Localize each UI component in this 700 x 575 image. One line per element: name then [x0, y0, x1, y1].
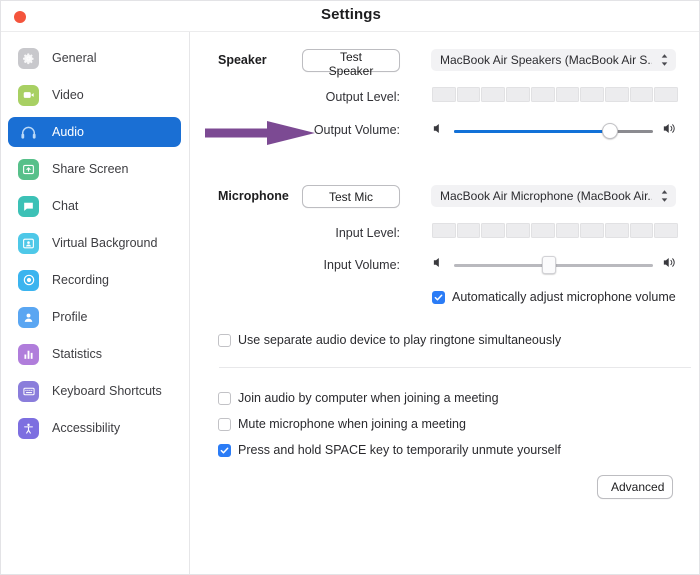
sidebar-item-statistics[interactable]: Statistics	[8, 339, 181, 369]
microphone-device-select[interactable]: MacBook Air Microphone (MacBook Air...	[431, 185, 676, 207]
sidebar-item-share-screen[interactable]: Share Screen	[8, 154, 181, 184]
sidebar-item-label: Statistics	[52, 347, 103, 361]
volume-low-icon	[432, 256, 445, 274]
title-bar: Settings	[1, 1, 699, 32]
chat-bubble-icon	[18, 195, 39, 217]
join-audio-checkbox[interactable]	[218, 391, 231, 405]
microphone-device-value: MacBook Air Microphone (MacBook Air...	[440, 189, 652, 203]
volume-high-icon	[662, 122, 678, 140]
output-level-meter	[432, 87, 679, 102]
microphone-section-label: Microphone	[218, 189, 289, 203]
chevron-updown-icon	[660, 189, 669, 203]
auto-adjust-mic-label: Automatically adjust microphone volume	[452, 290, 676, 304]
separate-ringtone-label: Use separate audio device to play ringto…	[238, 333, 562, 347]
camera-icon	[18, 84, 39, 106]
space-unmute-row[interactable]: Press and hold SPACE key to temporarily …	[218, 443, 561, 457]
sidebar-item-accessibility[interactable]: Accessibility	[8, 413, 181, 443]
output-volume-slider[interactable]	[432, 122, 678, 140]
sidebar-item-label: Profile	[52, 310, 88, 324]
sidebar-item-label: Video	[52, 88, 84, 102]
accessibility-icon	[18, 417, 39, 439]
audio-settings-pane: Speaker Test Speaker MacBook Air Speaker…	[191, 32, 699, 574]
input-volume-track[interactable]	[454, 256, 653, 274]
gear-icon	[18, 47, 39, 69]
mute-on-join-label: Mute microphone when joining a meeting	[238, 417, 466, 431]
separate-ringtone-checkbox[interactable]	[218, 333, 231, 347]
auto-adjust-mic-row[interactable]: Automatically adjust microphone volume	[432, 290, 676, 304]
sidebar-item-label: Chat	[52, 199, 79, 213]
output-level-label: Output Level:	[325, 90, 400, 104]
test-mic-button[interactable]: Test Mic	[302, 185, 400, 208]
volume-low-icon	[432, 122, 445, 140]
speaker-device-value: MacBook Air Speakers (MacBook Air S...	[440, 53, 652, 67]
record-circle-icon	[18, 269, 39, 291]
settings-sidebar: General Video Audio Share Screen Chat Vi…	[1, 32, 190, 574]
person-icon	[18, 306, 39, 328]
test-speaker-button[interactable]: Test Speaker	[302, 49, 400, 78]
advanced-button[interactable]: Advanced	[597, 475, 673, 499]
mute-on-join-checkbox[interactable]	[218, 417, 231, 431]
mute-on-join-row[interactable]: Mute microphone when joining a meeting	[218, 417, 466, 431]
sidebar-item-video[interactable]: Video	[8, 80, 181, 110]
join-audio-label: Join audio by computer when joining a me…	[238, 391, 499, 405]
output-volume-track[interactable]	[454, 123, 653, 139]
sidebar-item-label: Keyboard Shortcuts	[52, 384, 162, 398]
space-unmute-label: Press and hold SPACE key to temporarily …	[238, 443, 561, 457]
input-volume-thumb[interactable]	[541, 256, 556, 274]
share-screen-icon	[18, 158, 39, 180]
options-divider	[219, 367, 691, 368]
auto-adjust-mic-checkbox[interactable]	[432, 290, 445, 304]
volume-high-icon	[662, 256, 678, 274]
speaker-device-select[interactable]: MacBook Air Speakers (MacBook Air S...	[431, 49, 676, 71]
sidebar-item-recording[interactable]: Recording	[8, 265, 181, 295]
speaker-section-label: Speaker	[218, 53, 267, 67]
sidebar-item-general[interactable]: General	[8, 43, 181, 73]
virtual-background-icon	[18, 232, 39, 254]
sidebar-item-label: Share Screen	[52, 162, 129, 176]
sidebar-item-profile[interactable]: Profile	[8, 302, 181, 332]
space-unmute-checkbox[interactable]	[218, 443, 231, 457]
settings-window: Settings General Video Audio Share Scree…	[0, 0, 700, 575]
sidebar-item-chat[interactable]: Chat	[8, 191, 181, 221]
output-volume-fill	[454, 129, 610, 133]
sidebar-item-label: Audio	[52, 125, 84, 139]
sidebar-item-label: Virtual Background	[52, 236, 158, 250]
sidebar-item-label: General	[52, 51, 97, 65]
output-volume-label: Output Volume:	[313, 123, 400, 137]
output-volume-thumb[interactable]	[602, 123, 619, 139]
chevron-updown-icon	[660, 53, 669, 67]
microphone-section-label-wrap: Microphone	[218, 189, 289, 203]
input-volume-slider[interactable]	[432, 256, 678, 274]
separate-ringtone-row[interactable]: Use separate audio device to play ringto…	[218, 333, 561, 347]
input-level-meter	[432, 223, 679, 238]
window-title: Settings	[321, 6, 381, 23]
sidebar-item-audio[interactable]: Audio	[8, 117, 181, 147]
sidebar-item-label: Recording	[52, 273, 109, 287]
input-volume-label: Input Volume:	[323, 258, 400, 272]
join-audio-row[interactable]: Join audio by computer when joining a me…	[218, 391, 499, 405]
keyboard-icon	[18, 380, 39, 402]
bar-chart-icon	[18, 343, 39, 365]
input-level-label: Input Level:	[335, 226, 400, 240]
speaker-section-label-wrap: Speaker	[218, 53, 267, 67]
sidebar-item-label: Accessibility	[52, 421, 121, 435]
sidebar-item-virtual-background[interactable]: Virtual Background	[8, 228, 181, 258]
sidebar-item-keyboard-shortcuts[interactable]: Keyboard Shortcuts	[8, 376, 181, 406]
headphones-icon	[18, 122, 39, 143]
